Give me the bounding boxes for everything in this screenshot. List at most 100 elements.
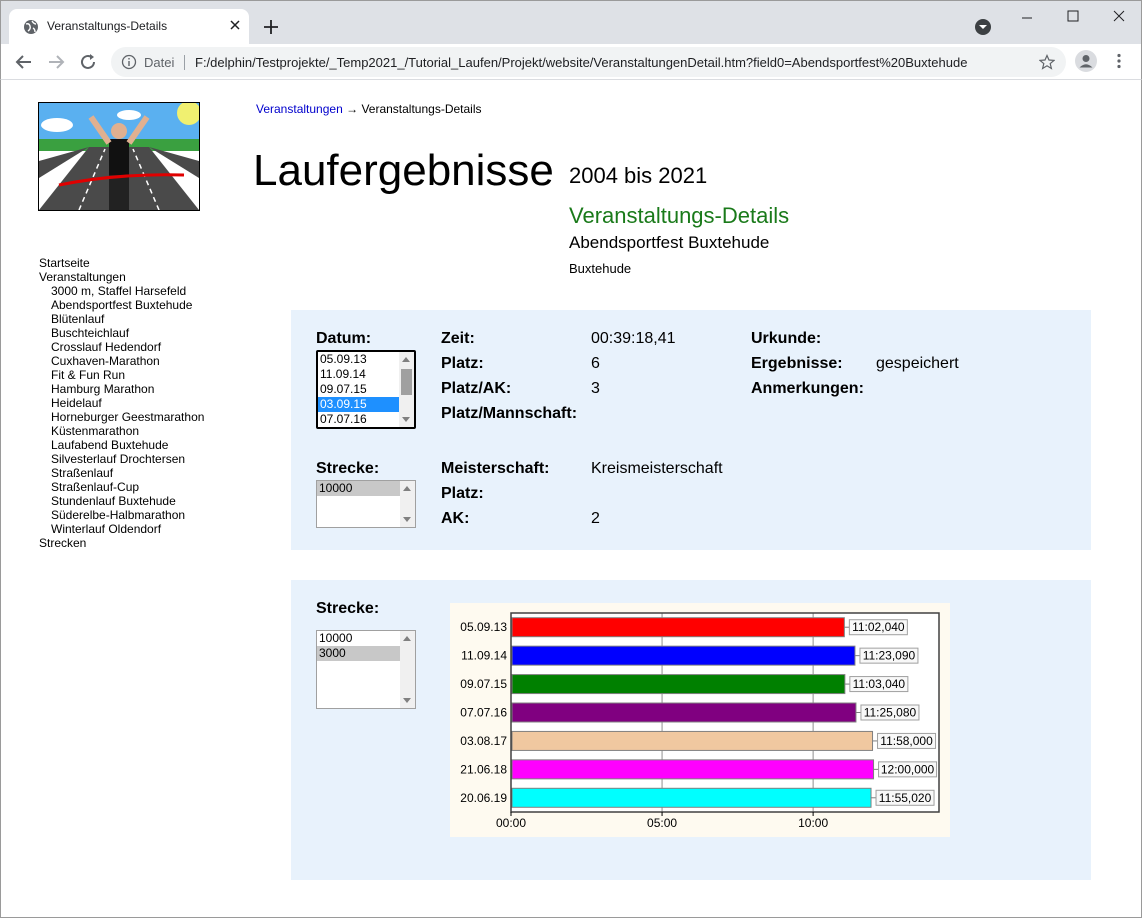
tab-search-icon[interactable] bbox=[974, 18, 992, 36]
plus-icon[interactable] bbox=[261, 17, 281, 37]
nav-sub-item[interactable]: 3000 m, Staffel Harsefeld bbox=[39, 284, 204, 298]
nav-item[interactable]: Startseite bbox=[39, 256, 204, 270]
omnibox-scheme-label: Datei bbox=[144, 55, 175, 70]
datum-label: Datum: bbox=[316, 330, 372, 347]
event-name: Abendsportfest Buxtehude bbox=[569, 233, 770, 252]
platz-ak-value: 3 bbox=[591, 380, 600, 397]
platz-mannschaft-label: Platz/Mannschaft: bbox=[441, 405, 578, 422]
strecke-scrollbar[interactable] bbox=[400, 481, 415, 527]
breadcrumb-link[interactable]: Veranstaltungen bbox=[256, 102, 343, 116]
browser-toolbar: Datei F:/delphin/Testprojekte/_Temp2021_… bbox=[0, 44, 1142, 80]
nav-sub-item[interactable]: Horneburger Geestmarathon bbox=[39, 410, 204, 424]
platz-value: 6 bbox=[591, 355, 600, 372]
bar bbox=[511, 759, 875, 780]
category-label: 11.09.14 bbox=[461, 649, 507, 663]
url-text[interactable]: F:/delphin/Testprojekte/_Temp2021_/Tutor… bbox=[195, 55, 967, 70]
data-label: 12:00,000 bbox=[881, 762, 935, 776]
back-arrow-icon[interactable] bbox=[14, 52, 34, 72]
data-label: 11:25,080 bbox=[864, 706, 917, 720]
omnibox-separator bbox=[184, 55, 185, 70]
nav-sub-item[interactable]: Hamburg Marathon bbox=[39, 382, 204, 396]
globe-icon bbox=[24, 20, 38, 34]
ergebnisse-value: gespeichert bbox=[876, 355, 959, 372]
forward-arrow-icon[interactable] bbox=[46, 52, 66, 72]
maximize-icon[interactable] bbox=[1050, 5, 1096, 31]
category-label: 07.07.16 bbox=[460, 706, 507, 720]
scroll-down-arrow-icon[interactable] bbox=[403, 517, 411, 522]
nav-sub-item[interactable]: Silvesterlauf Drochtersen bbox=[39, 452, 204, 466]
breadcrumb-arrow: → bbox=[346, 102, 359, 116]
data-label: 11:58,000 bbox=[880, 734, 933, 748]
nav-sub-item[interactable]: Heidelauf bbox=[39, 396, 204, 410]
address-bar[interactable]: Datei F:/delphin/Testprojekte/_Temp2021_… bbox=[111, 47, 1066, 77]
reload-icon[interactable] bbox=[78, 52, 98, 72]
nav-sub-item[interactable]: Fit & Fun Run bbox=[39, 368, 204, 382]
scroll-down-arrow-icon[interactable] bbox=[402, 417, 410, 422]
close-icon[interactable] bbox=[227, 17, 243, 33]
ak-value: 2 bbox=[591, 510, 600, 527]
chart-strecke-label: Strecke: bbox=[316, 600, 380, 617]
bar bbox=[511, 730, 874, 751]
category-label: 21.06.18 bbox=[460, 762, 507, 776]
nav-item[interactable]: Strecken bbox=[39, 536, 204, 550]
scroll-down-arrow-icon[interactable] bbox=[403, 698, 411, 703]
scroll-up-arrow-icon[interactable] bbox=[403, 486, 411, 491]
nav-sub-item[interactable]: Straßenlauf-Cup bbox=[39, 480, 204, 494]
urkunde-label: Urkunde: bbox=[751, 330, 822, 347]
nav-sub-item[interactable]: Abendsportfest Buxtehude bbox=[39, 298, 204, 312]
ak-label: AK: bbox=[441, 510, 470, 527]
runner-logo-image bbox=[39, 103, 199, 210]
info-icon[interactable] bbox=[121, 54, 137, 70]
page-title: Laufergebnisse bbox=[253, 146, 554, 195]
nav-sub-item[interactable]: Blütenlauf bbox=[39, 312, 204, 326]
data-label: 11:03,040 bbox=[853, 677, 906, 691]
chart-strecke-scrollbar[interactable] bbox=[400, 631, 415, 708]
star-icon[interactable] bbox=[1039, 54, 1055, 70]
platz-label: Platz: bbox=[441, 355, 484, 372]
platz-ak-label: Platz/AK: bbox=[441, 380, 512, 397]
account-avatar-icon[interactable] bbox=[1075, 50, 1097, 72]
section-title: Veranstaltungs-Details bbox=[569, 203, 790, 228]
bar bbox=[511, 702, 857, 723]
nav-sub-item[interactable]: Stundenlauf Buxtehude bbox=[39, 494, 204, 508]
category-label: 09.07.15 bbox=[460, 677, 507, 691]
results-bar-chart: 05.09.13 11:02,040 11.09.14 11:23,090 09.07.… bbox=[460, 612, 940, 830]
nav-sub-item[interactable]: Cuxhaven-Marathon bbox=[39, 354, 204, 368]
browser-tab[interactable]: Veranstaltungs-Details bbox=[9, 9, 249, 45]
minimize-icon[interactable] bbox=[1004, 5, 1050, 31]
breadcrumb: Veranstaltungen → Veranstaltungs-Details bbox=[256, 102, 482, 116]
chart-strecke-listbox[interactable]: 10000 3000 bbox=[316, 630, 416, 709]
scroll-up-arrow-icon[interactable] bbox=[402, 357, 410, 362]
ergebnisse-label: Ergebnisse: bbox=[751, 355, 843, 372]
nav-sub-item[interactable]: Küstenmarathon bbox=[39, 424, 204, 438]
nav-sub-item[interactable]: Buschteichlauf bbox=[39, 326, 204, 340]
nav-sub-item[interactable]: Süderelbe-Halbmarathon bbox=[39, 508, 204, 522]
details-panel: Datum: 05.09.13 11.09.14 09.07.15 03.09.… bbox=[291, 310, 1091, 550]
nav-sub-item[interactable]: Crosslauf Hedendorf bbox=[39, 340, 204, 354]
nav-sub-item[interactable]: Winterlauf Oldendorf bbox=[39, 522, 204, 536]
data-label: 11:55,020 bbox=[879, 791, 932, 805]
window-close-icon[interactable] bbox=[1096, 5, 1142, 31]
chart-panel: Strecke: 10000 3000 05.09.13 11:02,040 11.… bbox=[291, 580, 1091, 880]
zeit-label: Zeit: bbox=[441, 330, 475, 347]
kebab-menu-icon[interactable] bbox=[1110, 52, 1128, 70]
nav-item[interactable]: Veranstaltungen bbox=[39, 270, 204, 284]
bar bbox=[511, 674, 846, 695]
scroll-thumb[interactable] bbox=[401, 369, 412, 395]
x-tick-label: 10:00 bbox=[798, 816, 828, 830]
strecke-listbox[interactable]: 10000 bbox=[316, 480, 416, 528]
data-label: 11:23,090 bbox=[863, 649, 916, 663]
event-place: Buxtehude bbox=[569, 261, 632, 276]
scroll-up-arrow-icon[interactable] bbox=[403, 636, 411, 641]
data-label: 11:02,040 bbox=[852, 620, 905, 634]
nav-sub-list: 3000 m, Staffel Harsefeld Abendsportfest… bbox=[39, 284, 204, 536]
datum-listbox[interactable]: 05.09.13 11.09.14 09.07.15 03.09.15 07.0… bbox=[316, 350, 416, 429]
datum-scrollbar[interactable] bbox=[399, 352, 414, 427]
nav-sub-item[interactable]: Laufabend Buxtehude bbox=[39, 438, 204, 452]
category-label: 20.06.19 bbox=[460, 791, 507, 805]
tab-title: Veranstaltungs-Details bbox=[47, 19, 168, 33]
sidebar-nav: Startseite Veranstaltungen 3000 m, Staff… bbox=[39, 256, 204, 550]
meisterschaft-platz-label: Platz: bbox=[441, 485, 484, 502]
nav-sub-item[interactable]: Straßenlauf bbox=[39, 466, 204, 480]
x-tick-label: 00:00 bbox=[496, 816, 526, 830]
